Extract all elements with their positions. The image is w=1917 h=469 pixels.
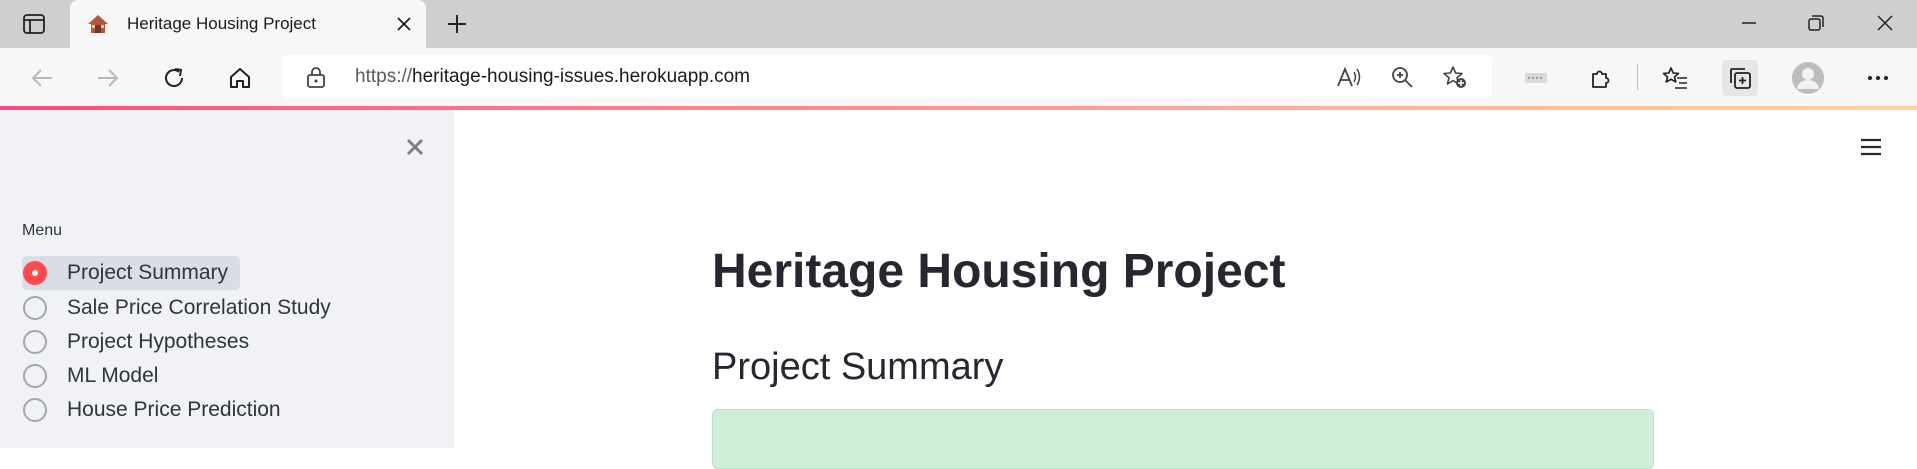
collections-button[interactable] (1722, 60, 1758, 96)
close-icon (406, 138, 424, 156)
page-title: Heritage Housing Project (712, 245, 1286, 298)
puzzle-icon (1592, 70, 1610, 88)
star-add-icon (1443, 66, 1466, 88)
home-button[interactable] (222, 60, 258, 96)
toolbar-divider (1637, 64, 1638, 90)
success-info-box (712, 409, 1654, 469)
minimize-window-button[interactable] (1729, 9, 1769, 37)
collections-icon (1730, 68, 1751, 89)
tab-actions-button[interactable] (16, 10, 52, 38)
radio-unselected-icon (23, 330, 47, 354)
favorites-button[interactable] (1657, 60, 1693, 96)
radio-label: Sale Price Correlation Study (67, 296, 331, 319)
zoom-in-icon (1392, 67, 1413, 88)
radio-label: Project Summary (67, 261, 229, 284)
back-button[interactable] (24, 60, 60, 96)
address-bar[interactable]: https://heritage-housing-issues.herokuap… (282, 55, 1492, 98)
main-menu-button[interactable] (1857, 134, 1885, 160)
radio-label: House Price Prediction (67, 398, 281, 421)
radio-selected-icon (23, 261, 47, 285)
radio-unselected-icon (23, 296, 47, 320)
extension-badge-icon (1525, 73, 1547, 83)
browser-tab-active[interactable]: Heritage Housing Project (70, 0, 426, 48)
radio-label: ML Model (67, 364, 159, 387)
menu-label: Menu (22, 222, 63, 239)
forward-button[interactable] (90, 60, 126, 96)
refresh-icon (165, 68, 184, 87)
restore-window-button[interactable] (1796, 9, 1836, 37)
zoom-button[interactable] (1387, 63, 1417, 91)
radio-unselected-icon (23, 364, 47, 388)
radio-label: Project Hypotheses (67, 330, 250, 353)
plus-icon (448, 15, 466, 33)
read-aloud-button[interactable] (1334, 63, 1364, 91)
close-window-button[interactable] (1865, 9, 1905, 37)
extensions-button[interactable] (1583, 60, 1619, 96)
refresh-button[interactable] (156, 60, 192, 96)
tab-title: Heritage Housing Project (127, 14, 316, 33)
tab-actions-icon (23, 14, 45, 34)
read-aloud-icon (1337, 66, 1361, 87)
url-host: heritage-housing-issues.herokuapp.com (412, 66, 751, 87)
minimize-icon (1742, 22, 1756, 24)
radio-option-project-summary[interactable]: Project Summary (22, 256, 241, 290)
radio-option-house-price-prediction[interactable]: House Price Prediction (22, 393, 281, 427)
radio-option-project-hypotheses[interactable]: Project Hypotheses (22, 325, 249, 359)
house-favicon-icon (87, 13, 109, 35)
restore-icon (1808, 15, 1824, 31)
forward-arrow-icon (98, 69, 119, 87)
section-title: Project Summary (712, 346, 1004, 388)
url-protocol: https:// (355, 66, 413, 87)
lock-icon[interactable] (306, 66, 326, 93)
new-tab-button[interactable] (442, 10, 472, 38)
more-dots-icon (1868, 76, 1888, 80)
add-favorite-button[interactable] (1440, 63, 1470, 91)
close-sidebar-button[interactable] (400, 132, 430, 162)
favorites-list-icon (1662, 67, 1687, 89)
radio-unselected-icon (23, 398, 47, 422)
settings-more-button[interactable] (1860, 60, 1896, 96)
browser-toolbar: https://heritage-housing-issues.herokuap… (0, 48, 1917, 106)
extension-button[interactable] (1518, 60, 1554, 96)
radio-option-sale-price-correlation-study[interactable]: Sale Price Correlation Study (22, 291, 331, 325)
home-icon (230, 68, 250, 88)
browser-tab-bar: Heritage Housing Project (0, 0, 1917, 48)
profile-button[interactable] (1790, 60, 1826, 96)
radio-option-ml-model[interactable]: ML Model (22, 359, 158, 393)
hamburger-menu-icon (1861, 138, 1881, 156)
close-window-icon (1877, 15, 1893, 31)
close-tab-icon[interactable] (392, 12, 416, 36)
sidebar: Menu Project Summary Sale Price Correlat… (0, 110, 454, 448)
back-arrow-icon (31, 69, 52, 87)
avatar-icon (1792, 62, 1824, 94)
url-text[interactable]: https://heritage-housing-issues.herokuap… (355, 66, 750, 88)
